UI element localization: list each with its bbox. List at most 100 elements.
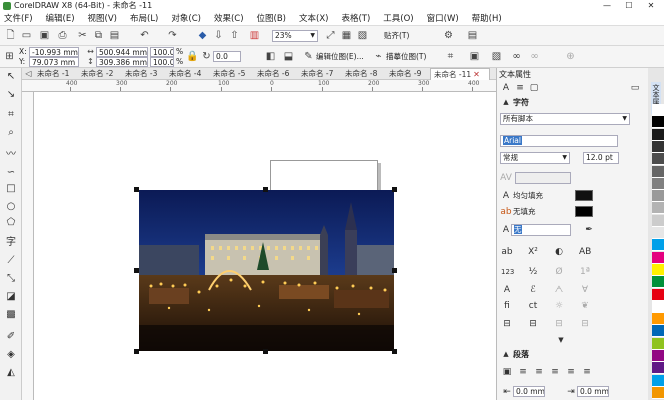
palette-color-swatch[interactable]	[652, 214, 664, 227]
y-position-input[interactable]: 79.073 mm	[29, 57, 79, 67]
historical-ligatures-icon[interactable]: ct	[527, 300, 539, 312]
palette-color-swatch[interactable]	[652, 116, 664, 129]
tab-document-5[interactable]: 未命名 -5	[210, 68, 245, 80]
rectangle-tool-icon[interactable]: □	[4, 182, 18, 196]
stylistic-alternates-icon[interactable]: A	[501, 284, 513, 296]
edit-bitmap-button[interactable]: 编辑位图(E)...	[316, 52, 364, 62]
edit-bitmap-icon[interactable]: ✎	[302, 51, 315, 63]
eyedropper-icon[interactable]: ✐	[4, 330, 18, 344]
drop-shadow-icon[interactable]: ◪	[4, 290, 18, 304]
close-button[interactable]: ✕	[640, 0, 662, 12]
new-document-icon[interactable]: 🗋	[4, 30, 17, 42]
selection-handle[interactable]	[392, 268, 397, 273]
script-select[interactable]: 所有脚本 ▼	[500, 113, 630, 125]
right-indent-input[interactable]: 0.0 mm	[577, 386, 609, 397]
justify-icon[interactable]: ≡	[565, 366, 577, 378]
trace-bitmap-button[interactable]: 描摹位图(T)	[386, 52, 426, 62]
selection-handle[interactable]	[392, 187, 397, 192]
selection-handle[interactable]	[134, 349, 139, 354]
maximize-button[interactable]: ☐	[618, 0, 640, 12]
menu-effects[interactable]: 效果(C)	[214, 12, 244, 26]
save-icon[interactable]: ▣	[38, 30, 51, 42]
snap-to-dropdown[interactable]: 贴齐(T)	[384, 31, 409, 41]
palette-color-swatch[interactable]	[652, 239, 664, 252]
options-gear-icon[interactable]: ⚙	[442, 30, 455, 42]
numerals-icon[interactable]: 123	[501, 266, 514, 278]
palette-color-swatch[interactable]	[652, 313, 664, 326]
frame-mode-icon[interactable]: ▢	[528, 82, 540, 94]
lock-ratio-icon[interactable]: 🔒	[186, 51, 199, 63]
menu-table[interactable]: 表格(T)	[341, 12, 370, 26]
rulers-icon[interactable]: ▦	[340, 30, 353, 42]
font-style-select[interactable]: 常规 ▼	[500, 152, 570, 164]
palette-color-swatch[interactable]	[652, 337, 664, 350]
add-icon[interactable]: ⊕	[564, 51, 577, 63]
close-tab-icon[interactable]: ✕	[473, 70, 480, 79]
menu-edit[interactable]: 编辑(E)	[46, 12, 75, 26]
redo-icon[interactable]: ↷	[166, 30, 179, 42]
titling-icon[interactable]: Ɐ	[579, 284, 591, 296]
palette-color-swatch[interactable]	[652, 362, 664, 375]
align-right-icon[interactable]: ≡	[549, 366, 561, 378]
paragraph-mode-icon[interactable]: ≡	[514, 82, 526, 94]
menu-object[interactable]: 对象(C)	[171, 12, 201, 26]
font-name-input[interactable]: Arial	[500, 135, 618, 147]
palette-color-swatch[interactable]	[652, 288, 664, 301]
character-mode-icon[interactable]: A	[500, 82, 512, 94]
bitmap-color-icon[interactable]: ▧	[490, 51, 503, 63]
export-icon[interactable]: ⇧	[228, 30, 241, 42]
tab-document-2[interactable]: 未命名 -2	[78, 68, 113, 80]
zoom-tool-icon[interactable]: ⌕	[4, 126, 18, 140]
unlink-icon[interactable]: ∞	[528, 51, 541, 63]
slashed-zero-icon[interactable]: Ø	[553, 266, 565, 278]
undo-icon[interactable]: ↶	[138, 30, 151, 42]
menu-text[interactable]: 文本(X)	[299, 12, 328, 26]
palette-color-swatch[interactable]	[652, 386, 664, 399]
ornaments-icon[interactable]: ❦	[579, 300, 591, 312]
no-align-icon[interactable]: ▣	[501, 366, 513, 378]
docker-options-icon[interactable]: ▭	[629, 82, 641, 94]
menu-layout[interactable]: 布局(L)	[130, 12, 158, 26]
text-tool-icon[interactable]: 字	[4, 236, 18, 250]
selection-handle[interactable]	[134, 268, 139, 273]
palette-color-swatch[interactable]	[652, 350, 664, 362]
pick-tool-icon[interactable]: ↖	[4, 70, 18, 84]
mirror-vertical-icon[interactable]: ⬓	[282, 51, 295, 63]
selection-handle[interactable]	[263, 349, 268, 354]
underline-icon[interactable]: ab	[501, 246, 513, 258]
search-content-icon[interactable]: ◆	[196, 30, 209, 42]
link-icon[interactable]: ∞	[510, 51, 523, 63]
align-left-icon[interactable]: ≡	[517, 366, 529, 378]
tab-document-6[interactable]: 未命名 -6	[254, 68, 289, 80]
tab-document-8[interactable]: 未命名 -8	[342, 68, 377, 80]
selection-handle[interactable]	[263, 187, 268, 192]
tab-document-9[interactable]: 未命名 -9	[386, 68, 421, 80]
full-screen-icon[interactable]: ⤢	[324, 30, 337, 42]
cut-icon[interactable]: ✂	[76, 30, 89, 42]
palette-color-swatch[interactable]	[652, 140, 664, 153]
background-color-swatch[interactable]	[575, 206, 593, 217]
background-fill-label[interactable]: 无填充	[513, 207, 536, 217]
selection-handle[interactable]	[134, 187, 139, 192]
scale-y-input[interactable]: 100.0	[150, 57, 174, 67]
mirror-horizontal-icon[interactable]: ◧	[264, 51, 277, 63]
tab-document-1[interactable]: 未命名 -1	[34, 68, 69, 80]
menu-tools[interactable]: 工具(O)	[383, 12, 413, 26]
copy-icon[interactable]: ⧉	[92, 30, 105, 42]
palette-color-swatch[interactable]	[652, 190, 664, 203]
trace-bitmap-icon[interactable]: ⌁	[372, 51, 385, 63]
publish-pdf-icon[interactable]: ▥	[248, 30, 261, 42]
shape-tool-icon[interactable]: ↘	[4, 88, 18, 102]
vertical-ruler[interactable]	[22, 92, 34, 400]
collapse-icon[interactable]: ▲	[500, 96, 512, 108]
stylistic-set-icon[interactable]: ⊟	[527, 318, 539, 330]
menu-view[interactable]: 视图(V)	[88, 12, 117, 26]
fill-type-label[interactable]: 均匀填充	[513, 191, 543, 201]
tab-document-3[interactable]: 未命名 -3	[122, 68, 157, 80]
left-indent-input[interactable]: 0.0 mm	[513, 386, 545, 397]
artistic-media-icon[interactable]: ∽	[4, 166, 18, 180]
palette-color-swatch[interactable]	[652, 300, 664, 313]
palette-color-swatch[interactable]	[652, 276, 664, 289]
x-position-input[interactable]: -10.993 mm	[29, 47, 79, 57]
christmas-market-photo[interactable]	[139, 190, 394, 351]
